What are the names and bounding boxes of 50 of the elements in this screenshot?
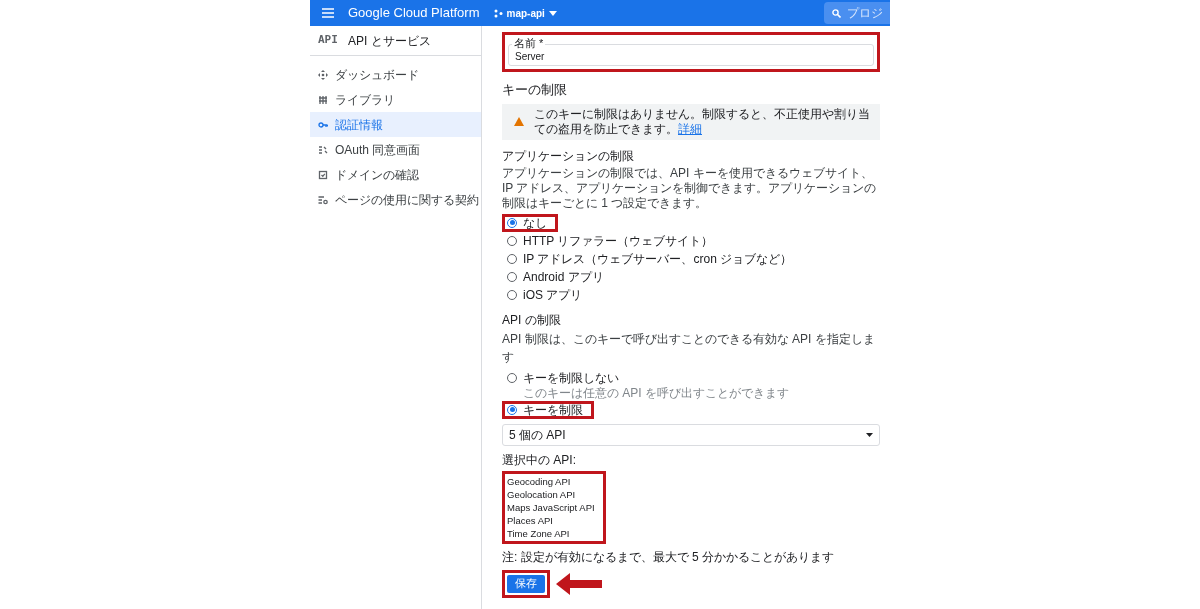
section-description: API 制限は、このキーで呼び出すことのできる有効な API を指定します [502,330,876,366]
api-name: Geocoding API [507,474,572,488]
move-icon [318,69,328,80]
save-button[interactable]: 保存 [507,574,545,593]
section-description: アプリケーションの制限では、API キーを使用できるウェブサイト、IP アドレス、アプリケーションを制御できます。アプリケーションの制限はキーごとに 1 つ設定できます。 [502,165,878,211]
api-name: Maps JavaScript API [507,500,595,514]
section-heading: キーの制限 [502,81,568,99]
search-icon [832,8,841,18]
radio-option[interactable]: HTTP リファラー（ウェブサイト） [502,231,725,250]
radio-option[interactable]: Android アプリ [502,267,615,286]
check-box-icon [318,169,328,180]
menu-icon[interactable] [322,8,334,18]
radio-option[interactable]: IP アドレス（ウェブサーバー、cron ジョブなど） [502,249,804,268]
project-selector[interactable]: map-api [493,5,557,21]
search-placeholder: プロジ [847,5,883,22]
api-name: Geolocation API [507,487,577,501]
api-label: API [318,32,338,49]
note-text: 注: 設定が有効になるまで、最大で 5 分かかることがあります [502,548,835,566]
api-name: Places API [507,513,554,527]
nodes-icon [493,8,503,18]
api-name: Time Zone API [507,526,571,540]
radio-option[interactable]: なし [502,213,558,232]
radio-option[interactable]: キーを制限 [502,400,594,419]
sidebar-item[interactable]: ページの使用に関する契約 [310,187,481,212]
section-heading: API の制限 [502,311,562,329]
sidebar-item[interactable]: OAuth 同意画面 [310,137,481,162]
radio-option[interactable]: iOS アプリ [502,285,594,304]
grid-icon [318,94,328,105]
sidebar-item[interactable]: 認証情報 [310,112,481,137]
warning-icon [514,117,524,126]
warning-text: このキーに制限はありません。制限すると、不正使用や割り当ての盗用を防止できます。詳細 [534,106,871,137]
caret-icon [548,10,557,16]
key-icon [318,119,328,130]
field-label: 名前 * [512,38,546,49]
settings-list-icon [318,194,328,205]
sidebar-item[interactable]: ダッシュボード [310,62,481,87]
option-hint: このキーは任意の API を呼び出すことができます [522,386,790,400]
annotation-arrow [556,572,602,595]
field-value: Server [515,50,545,64]
section-heading: アプリケーションの制限 [502,147,635,165]
details-link[interactable]: 詳細 [678,121,702,136]
api-dropdown[interactable]: 5 個の API [502,423,880,446]
radio-option[interactable]: キーを制限しない [502,368,630,387]
list-icon [318,144,328,155]
caret-icon [866,432,873,437]
sidebar-title: API とサービス [347,32,431,50]
sidebar-item[interactable]: ライブラリ [310,87,481,112]
sidebar-item[interactable]: ドメインの確認 [310,162,481,187]
selected-heading: 選択中の API: [502,451,577,469]
app-title[interactable]: Google Cloud Platform [348,3,480,23]
